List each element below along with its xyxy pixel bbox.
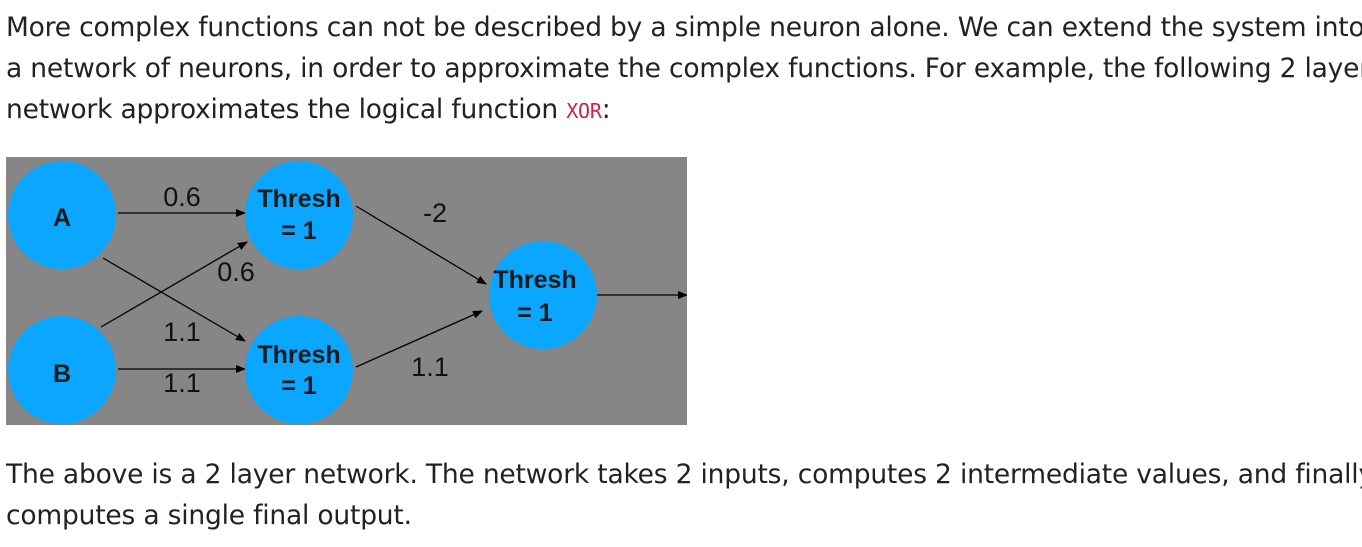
weight-hidden-bottom-to-output: 1.1	[411, 352, 449, 382]
intro-line-3: network approximates the logical functio…	[6, 89, 1362, 132]
input-a-label: A	[53, 204, 71, 232]
input-b-label: B	[53, 360, 71, 388]
output-node	[489, 241, 597, 349]
hidden-node-top	[245, 161, 353, 269]
output-label-line1: Thresh	[493, 266, 576, 294]
weight-a-to-hidden-top: 0.6	[163, 182, 201, 212]
weight-a-to-hidden-bottom: 1.1	[163, 317, 201, 347]
xor-network-diagram: A B Thresh = 1 Thresh = 1 Thresh = 1 0.6…	[6, 157, 687, 425]
weight-hidden-top-to-output: -2	[423, 198, 447, 228]
hidden-bottom-label-line1: Thresh	[257, 341, 340, 369]
hidden-node-bottom	[245, 316, 353, 424]
intro-line-3-text: network approximates the logical functio…	[6, 94, 567, 125]
hidden-top-label-line1: Thresh	[257, 185, 340, 213]
outro-line-2: computes a single final output.	[6, 500, 412, 531]
output-label-line2: = 1	[517, 299, 553, 327]
intro-paragraph: More complex functions can not be descri…	[6, 7, 1362, 132]
hidden-bottom-label-line2: = 1	[281, 372, 317, 400]
outro-line-1: The above is a 2 layer network. The netw…	[6, 459, 1362, 490]
xor-inline-code: XOR	[566, 99, 602, 123]
intro-line-1: More complex functions can not be descri…	[6, 12, 1362, 43]
weight-b-to-hidden-bottom: 1.1	[163, 368, 201, 398]
outro-paragraph: The above is a 2 layer network. The netw…	[6, 454, 1362, 536]
hidden-top-label-line2: = 1	[281, 217, 317, 245]
weight-b-to-hidden-top: 0.6	[217, 257, 255, 287]
network-svg: A B Thresh = 1 Thresh = 1 Thresh = 1 0.6…	[6, 157, 687, 425]
intro-line-2: a network of neurons, in order to approx…	[6, 53, 1362, 84]
intro-line-3-colon: :	[601, 94, 611, 125]
